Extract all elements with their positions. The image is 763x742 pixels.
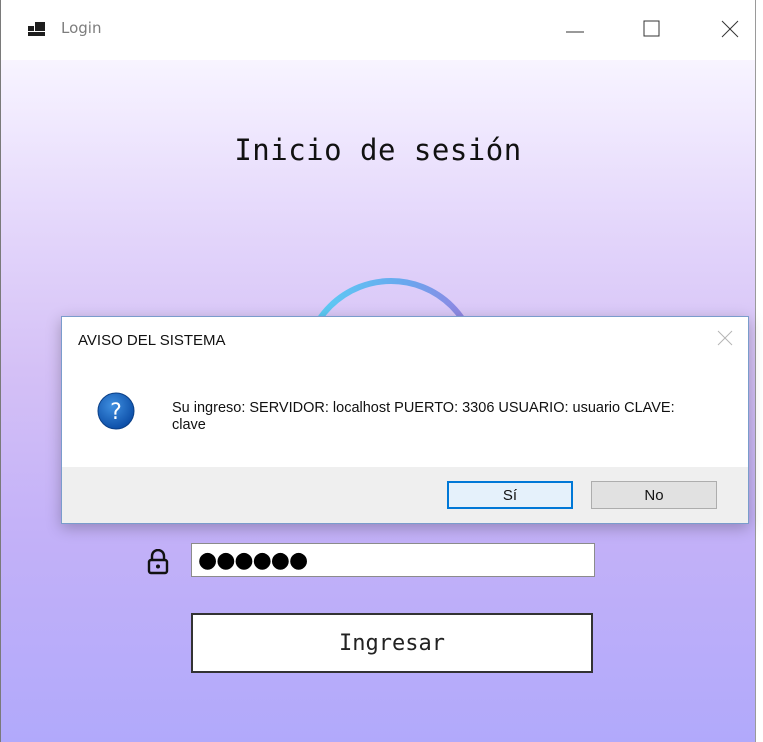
page-title: Inicio de sesión	[234, 133, 522, 167]
minimize-icon[interactable]	[564, 18, 586, 40]
dialog-message: Su ingreso: SERVIDOR: localhost PUERTO: …	[172, 400, 675, 433]
system-notice-dialog: AVISO DEL SISTEMA ? Su ingreso: SERVIDOR…	[61, 316, 749, 524]
question-icon: ?	[97, 392, 135, 430]
dialog-close-icon[interactable]	[716, 329, 734, 347]
title-bar[interactable]: Login	[1, 0, 755, 60]
dialog-button-bar: Sí No	[62, 467, 748, 523]
yes-button[interactable]: Sí	[447, 481, 573, 509]
maximize-icon[interactable]	[641, 18, 663, 40]
password-input[interactable]: ●●●●●●	[191, 543, 595, 577]
no-button[interactable]: No	[591, 481, 717, 509]
dialog-title: AVISO DEL SISTEMA	[78, 332, 226, 349]
login-button[interactable]: Ingresar	[191, 613, 593, 673]
lock-icon	[147, 549, 169, 575]
close-icon[interactable]	[719, 18, 741, 40]
window-title: Login	[61, 19, 102, 37]
window-app-icon	[28, 22, 45, 36]
svg-text:?: ?	[110, 400, 122, 425]
